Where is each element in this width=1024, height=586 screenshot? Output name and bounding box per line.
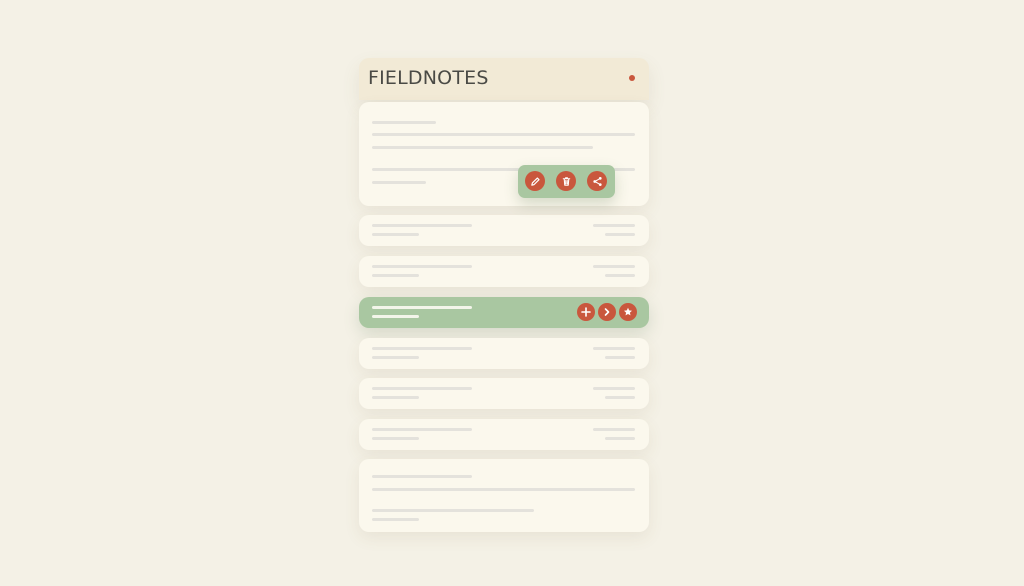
note-action-toolbar: [518, 165, 615, 198]
row-subtitle-line: [372, 437, 419, 440]
row-subtitle-line: [372, 233, 419, 236]
delete-button[interactable]: [556, 171, 576, 191]
row-meta-line: [605, 274, 635, 277]
note-text-line: [372, 181, 426, 184]
open-button[interactable]: [598, 303, 616, 321]
row-meta-line: [593, 428, 635, 431]
add-button[interactable]: [577, 303, 595, 321]
note-text-line: [372, 133, 635, 136]
row-meta-line: [605, 233, 635, 236]
chevron-right-icon: [604, 308, 610, 316]
row-meta-line: [605, 356, 635, 359]
list-item[interactable]: [359, 215, 649, 246]
note-title-line: [372, 121, 436, 124]
star-icon: [624, 307, 632, 316]
row-title-line: [372, 428, 472, 431]
row-title-line: [372, 347, 472, 350]
row-meta-line: [593, 387, 635, 390]
share-button[interactable]: [587, 171, 607, 191]
row-meta-line: [593, 265, 635, 268]
app-title: FIELDNOTES: [368, 67, 489, 89]
note-card[interactable]: [359, 459, 649, 532]
status-dot: [629, 75, 635, 81]
list-item[interactable]: [359, 338, 649, 369]
favorite-button[interactable]: [619, 303, 637, 321]
row-title-line: [372, 224, 472, 227]
list-item[interactable]: [359, 256, 649, 287]
row-subtitle-line: [372, 274, 419, 277]
app-header: FIELDNOTES: [359, 58, 649, 100]
note-title-line: [372, 475, 472, 478]
list-item[interactable]: [359, 419, 649, 450]
list-item-selected[interactable]: [359, 297, 649, 328]
row-title-line: [372, 265, 472, 268]
note-text-line: [372, 146, 593, 149]
row-subtitle-line: [372, 396, 419, 399]
row-title-line: [372, 387, 472, 390]
edit-button[interactable]: [525, 171, 545, 191]
list-item[interactable]: [359, 378, 649, 409]
row-meta-line: [593, 224, 635, 227]
row-subtitle-line: [372, 356, 419, 359]
note-text-line: [372, 488, 635, 491]
plus-icon: [581, 307, 591, 317]
row-subtitle-line: [372, 315, 419, 318]
note-text-line: [372, 509, 534, 512]
app-stage: FIELDNOTES: [0, 0, 1024, 586]
row-meta-line: [593, 347, 635, 350]
trash-icon: [562, 176, 570, 186]
row-title-line: [372, 306, 472, 309]
note-text-line: [372, 518, 419, 521]
share-icon: [592, 176, 602, 186]
pencil-icon: [530, 176, 540, 186]
row-meta-line: [605, 396, 635, 399]
row-meta-line: [605, 437, 635, 440]
